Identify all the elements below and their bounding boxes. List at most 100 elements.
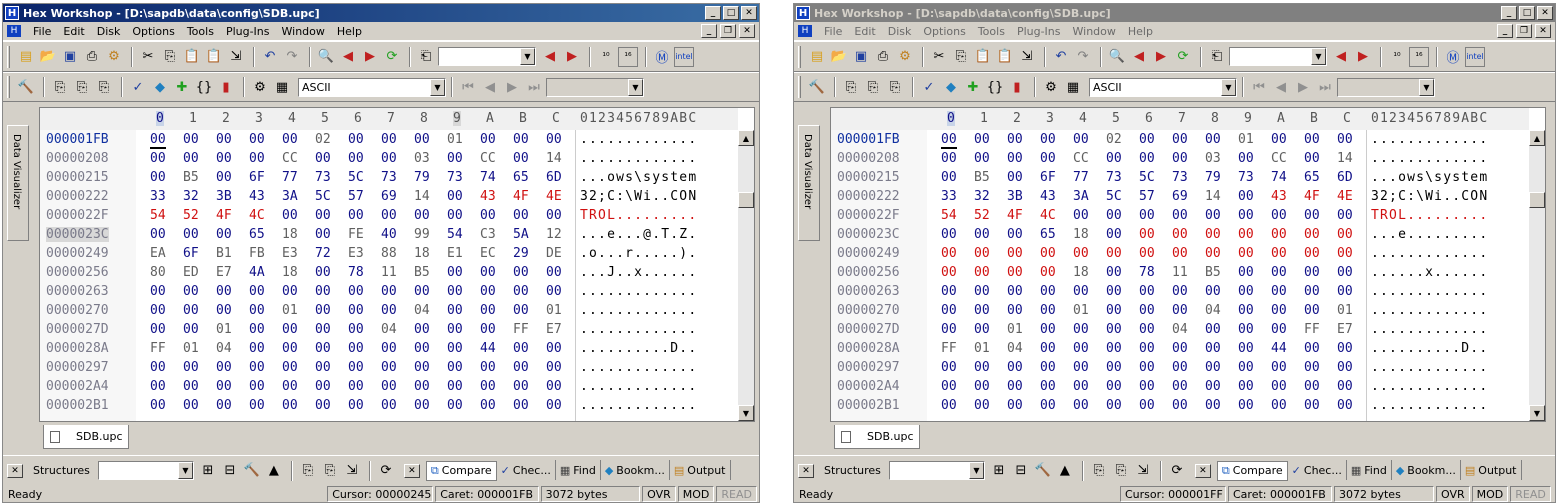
hex-byte[interactable]: 29 — [513, 246, 529, 261]
table-row[interactable]: 00000297 00 00 00 00 00 00 00 00 00 00 00 00 00......… — [831, 360, 1529, 379]
hex-byte[interactable]: 00 — [513, 360, 529, 375]
hex-byte[interactable]: 00 — [1304, 303, 1320, 318]
scroll-thumb[interactable] — [1529, 192, 1545, 208]
close-button[interactable]: ✕ — [1537, 6, 1553, 20]
hex-byte[interactable]: 01 — [1238, 132, 1254, 147]
hex-byte[interactable]: 18 — [282, 265, 298, 280]
table-row[interactable]: 00000263 00 00 00 00 00 00 00 00 00 00 00 00 00......… — [40, 284, 738, 303]
hex-byte[interactable]: 00 — [1172, 132, 1188, 147]
hex-byte[interactable]: 00 — [1205, 398, 1221, 413]
hex-byte[interactable]: 00 — [1205, 246, 1221, 261]
tab-checksum[interactable]: ✓ Chec... — [497, 460, 556, 481]
hex-byte[interactable]: 01 — [282, 303, 298, 318]
hex-byte[interactable]: 00 — [414, 284, 430, 299]
hex-byte[interactable]: 18 — [1073, 265, 1089, 280]
hex-byte[interactable]: 00 — [941, 303, 957, 318]
hammer-icon[interactable]: 🔨 — [16, 77, 36, 97]
hex-byte[interactable]: 00 — [513, 208, 529, 223]
hex-byte[interactable]: 00 — [513, 265, 529, 280]
hex-byte[interactable]: 11 — [1172, 265, 1188, 280]
toolbar-grip[interactable] — [7, 45, 10, 68]
hex-byte[interactable]: 65 — [1040, 227, 1056, 242]
hex-byte[interactable]: 00 — [546, 132, 562, 147]
hex-byte[interactable]: 00 — [1271, 265, 1287, 280]
table-row[interactable]: 000001FB 00 00 00 00 00 02 00 00 00 01 00 00 00......… — [40, 132, 738, 151]
hex-byte[interactable]: 74 — [480, 170, 496, 185]
hex-byte[interactable]: 78 — [1139, 265, 1155, 280]
hex-byte[interactable]: 00 — [1271, 132, 1287, 147]
mdi-minimize-button[interactable]: _ — [1497, 24, 1513, 38]
hex-byte[interactable]: 00 — [1172, 246, 1188, 261]
chevron-down-icon[interactable]: ▼ — [177, 462, 193, 479]
hex-byte[interactable]: 00 — [1271, 398, 1287, 413]
ascii-text[interactable]: 32;C:\Wi..CON — [580, 189, 697, 204]
hex-byte[interactable]: 00 — [941, 246, 957, 261]
hex-byte[interactable]: 00 — [941, 398, 957, 413]
hex-byte[interactable]: 00 — [1073, 284, 1089, 299]
hex-byte[interactable]: 54 — [447, 227, 463, 242]
hex-byte[interactable]: 00 — [183, 151, 199, 166]
hex-byte[interactable]: 00 — [1337, 227, 1353, 242]
hex-byte[interactable]: 00 — [183, 227, 199, 242]
close-panes-button[interactable]: ✕ — [403, 463, 420, 478]
hex-byte[interactable]: 00 — [1172, 379, 1188, 394]
hex-byte[interactable]: 00 — [1040, 284, 1056, 299]
hex-byte[interactable]: 00 — [348, 398, 364, 413]
replace-icon[interactable]: ⟳ — [382, 47, 402, 67]
hex-byte[interactable]: 01 — [1073, 303, 1089, 318]
hex-byte[interactable]: 00 — [546, 341, 562, 356]
hex-byte[interactable]: 00 — [249, 284, 265, 299]
hex-byte[interactable]: 00 — [315, 284, 331, 299]
scroll-up-icon[interactable]: ▲ — [1529, 130, 1545, 146]
print-icon[interactable]: ⎙ — [82, 47, 102, 67]
hex-byte[interactable]: 00 — [1139, 208, 1155, 223]
hex-byte[interactable]: 74 — [1271, 170, 1287, 185]
hex-byte[interactable]: B5 — [414, 265, 430, 280]
hex-byte[interactable]: 00 — [1040, 398, 1056, 413]
menu-window[interactable]: Window — [1067, 25, 1122, 38]
first-icon[interactable]: ⏮ — [458, 77, 478, 97]
ascii-text[interactable]: ..........D.. — [580, 341, 697, 356]
hex-byte[interactable]: 00 — [249, 360, 265, 375]
hex-byte[interactable]: 00 — [216, 360, 232, 375]
hex-byte[interactable]: 00 — [1271, 360, 1287, 375]
ascii-text[interactable]: ............. — [1371, 360, 1488, 375]
hex-byte[interactable]: 00 — [480, 398, 496, 413]
hex-byte[interactable]: 00 — [1139, 303, 1155, 318]
hex-byte[interactable]: 00 — [1040, 303, 1056, 318]
hex-byte[interactable]: 00 — [480, 265, 496, 280]
hex-byte[interactable]: 00 — [974, 265, 990, 280]
hex-byte[interactable]: 14 — [1337, 151, 1353, 166]
hex-byte[interactable]: 00 — [974, 151, 990, 166]
hex-byte[interactable]: CC — [1073, 151, 1089, 166]
hex-byte[interactable]: 00 — [216, 227, 232, 242]
hex-byte[interactable]: 03 — [414, 151, 430, 166]
find-previous-icon[interactable]: ◀ — [1129, 47, 1149, 67]
hex-byte[interactable]: 00 — [447, 189, 463, 204]
paste-icon[interactable]: 📋 — [973, 47, 993, 67]
bookmark-previous-icon[interactable]: ◀ — [540, 47, 560, 67]
chevron-down-icon[interactable]: ▼ — [1221, 78, 1236, 96]
open-file-icon[interactable]: 📂 — [829, 47, 849, 67]
hex-byte[interactable]: 00 — [1337, 379, 1353, 394]
hex-byte[interactable]: 00 — [1238, 398, 1254, 413]
minimize-button[interactable]: _ — [705, 6, 721, 20]
hex-byte[interactable]: 4F — [1304, 189, 1320, 204]
hex-byte[interactable]: 73 — [1172, 170, 1188, 185]
hex-byte[interactable]: 00 — [414, 398, 430, 413]
hex-byte[interactable]: 00 — [183, 132, 199, 147]
scroll-down-icon[interactable]: ▼ — [1529, 405, 1545, 421]
hex-byte[interactable]: 73 — [315, 170, 331, 185]
hex-byte[interactable]: 00 — [1304, 379, 1320, 394]
hex-byte[interactable]: E7 — [546, 322, 562, 337]
table-row[interactable]: 00000222 33 32 3B 43 3A 5C 57 69 14 00 43 4F 4E 32;C:\… — [40, 189, 738, 208]
menu-help[interactable]: Help — [1122, 25, 1159, 38]
ascii-text[interactable]: ............. — [580, 379, 697, 394]
hex-byte[interactable]: 00 — [1007, 398, 1023, 413]
hex-byte[interactable]: 00 — [1337, 265, 1353, 280]
hex-byte[interactable]: 00 — [348, 322, 364, 337]
hex-byte[interactable]: 00 — [1205, 284, 1221, 299]
export-icon[interactable]: ⇲ — [226, 47, 246, 67]
menu-file[interactable]: File — [818, 25, 848, 38]
hex-byte[interactable]: 80 — [150, 265, 166, 280]
